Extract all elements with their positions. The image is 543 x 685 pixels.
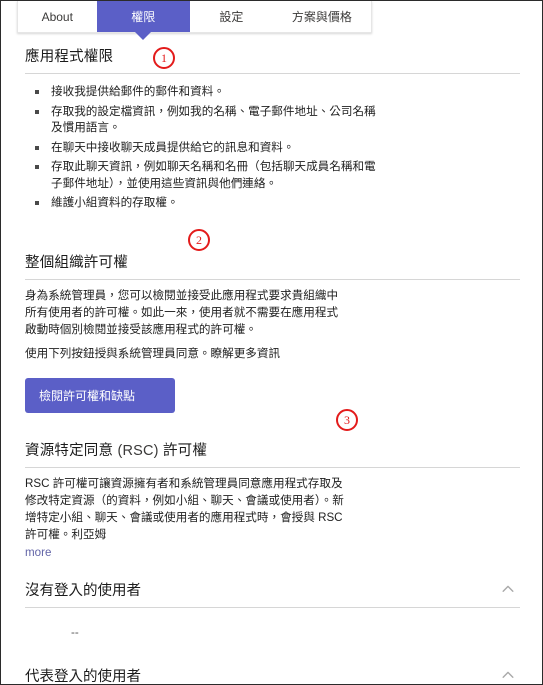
app-permissions-screen: About 權限 設定 方案與價格 應用程式權限 接收我提供給郵件的郵件和資料。… <box>0 0 543 685</box>
review-permissions-button[interactable]: 檢閱許可權和缺點 <box>25 377 175 413</box>
tab-permissions[interactable]: 權限 <box>96 1 191 40</box>
org-wide-consent-note: 使用下列按鈕授與系統管理員同意。瞭解更多資訊 <box>25 346 281 360</box>
tabbar-container: About 權限 設定 方案與價格 <box>1 1 542 40</box>
list-item: 接收我提供給郵件的郵件和資料。 <box>25 84 381 101</box>
list-item: 存取我的設定檔資訊，例如我的名稱、電子郵件地址、公司名稱及慣用語言。 <box>25 104 381 137</box>
not-signed-in-users-title: 沒有登入的使用者 <box>25 582 141 599</box>
tab-about-label: About <box>41 9 73 24</box>
rsc-permissions-heading: 資源特定同意 (RSC) 許可權 <box>25 433 520 468</box>
list-item: 存取此聊天資訊，例如聊天名稱和名冊（包括聊天成員名稱和電子郵件地址），並使用這些… <box>25 159 381 192</box>
rsc-heading-abbr: (RSC) <box>117 442 159 459</box>
tabbar: About 權限 設定 方案與價格 <box>17 1 372 40</box>
rsc-heading-tail: 許可權 <box>162 442 208 459</box>
chevron-up-icon[interactable] <box>500 581 516 597</box>
tab-plans-and-pricing-label: 方案與價格 <box>291 10 352 24</box>
not-signed-in-users-value: -- <box>71 625 79 639</box>
app-permissions-heading: 應用程式權限 <box>25 39 520 74</box>
org-wide-permissions-heading: 整個組織許可權 <box>25 245 520 280</box>
rsc-description: RSC 許可權可讓資源擁有者和系統管理員同意應用程式存取及修改特定資源（的資料，… <box>25 476 344 541</box>
list-item: 維護小組資料的存取權。 <box>25 195 381 212</box>
org-wide-description: 身為系統管理員，您可以檢閱並接受此應用程式要求貴組織中所有使用者的許可權。如此一… <box>25 288 339 336</box>
tab-about[interactable]: About <box>18 1 97 32</box>
chevron-up-icon[interactable] <box>500 667 516 683</box>
rsc-more-link[interactable]: more <box>25 546 51 559</box>
list-item: 在聊天中接收聊天成員提供給它的訊息和資料。 <box>25 140 381 157</box>
rsc-heading-main: 資源特定同意 <box>25 442 114 459</box>
tab-settings[interactable]: 設定 <box>190 1 273 32</box>
app-permissions-list: 接收我提供給郵件的郵件和資料。 存取我的設定檔資訊，例如我的名稱、電子郵件地址、… <box>25 84 520 212</box>
content-area: 應用程式權限 接收我提供給郵件的郵件和資料。 存取我的設定檔資訊，例如我的名稱、… <box>1 39 542 685</box>
on-behalf-users-title: 代表登入的使用者 <box>25 668 141 685</box>
tab-settings-label: 設定 <box>219 10 244 24</box>
tab-permissions-label: 權限 <box>131 10 156 24</box>
tab-plans-and-pricing[interactable]: 方案與價格 <box>273 1 371 32</box>
not-signed-in-users-section-header[interactable]: 沒有登入的使用者 <box>25 573 520 608</box>
on-behalf-users-section-header[interactable]: 代表登入的使用者 <box>25 659 520 685</box>
